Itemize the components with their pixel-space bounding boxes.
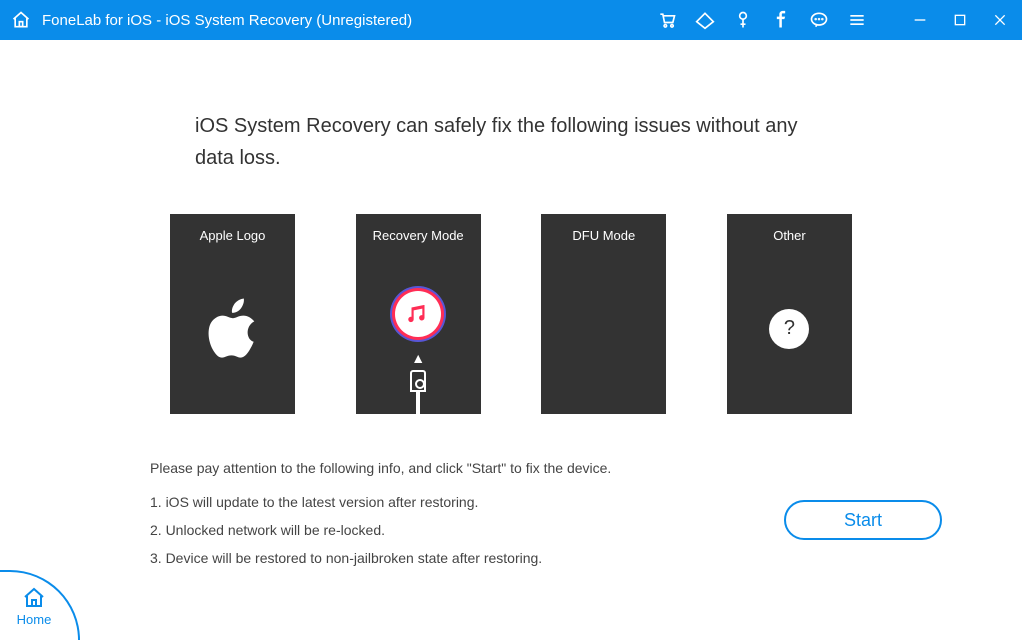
apple-logo-icon [170,243,295,414]
facebook-icon[interactable] [770,9,792,31]
card-label: Recovery Mode [373,228,464,243]
info-intro: Please pay attention to the following in… [150,454,872,482]
main-content: iOS System Recovery can safely fix the f… [0,40,1022,572]
info-block: Please pay attention to the following in… [140,454,882,572]
feedback-icon[interactable] [808,9,830,31]
info-item: 3. Device will be restored to non-jailbr… [150,544,872,572]
card-apple-logo: Apple Logo [170,214,295,414]
window-title: FoneLab for iOS - iOS System Recovery (U… [42,12,412,29]
card-recovery-mode: Recovery Mode ▲ [356,214,481,414]
maximize-button[interactable] [948,8,972,32]
wifi-icon[interactable] [694,9,716,31]
start-button[interactable]: Start [784,500,942,540]
recovery-mode-graphic: ▲ [356,243,481,414]
card-other: Other ? [727,214,852,414]
menu-icon[interactable] [846,9,868,31]
card-label: Apple Logo [200,228,266,243]
info-item: 1. iOS will update to the latest version… [150,488,872,516]
home-tab-icon [22,586,46,610]
card-label: Other [773,228,806,243]
minimize-button[interactable] [908,8,932,32]
home-tab[interactable]: Home [0,570,80,640]
close-button[interactable] [988,8,1012,32]
home-icon[interactable] [10,9,32,31]
card-label: DFU Mode [572,228,635,243]
cart-icon[interactable] [656,9,678,31]
itunes-icon [395,291,441,337]
question-icon: ? [769,309,809,349]
key-icon[interactable] [732,9,754,31]
page-heading: iOS System Recovery can safely fix the f… [140,110,882,174]
other-graphic: ? [727,243,852,414]
dfu-graphic [541,243,666,414]
cable-icon: ▲ [410,350,426,414]
info-item: 2. Unlocked network will be re-locked. [150,516,872,544]
card-dfu-mode: DFU Mode [541,214,666,414]
issue-cards: Apple Logo Recovery Mode ▲ DFU Mode [140,214,882,414]
home-tab-label: Home [17,612,52,627]
titlebar: FoneLab for iOS - iOS System Recovery (U… [0,0,1022,40]
